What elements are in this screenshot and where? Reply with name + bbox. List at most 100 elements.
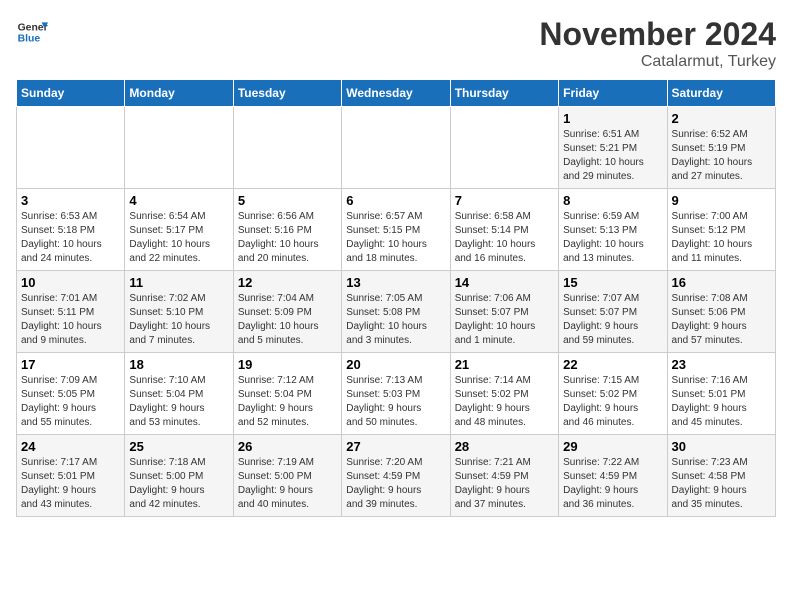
- day-number: 7: [455, 193, 554, 208]
- title-section: November 2024 Catalarmut, Turkey: [539, 16, 776, 71]
- calendar-title: November 2024: [539, 16, 776, 53]
- week-row-4: 24 Sunrise: 7:17 AM Sunset: 5:01 PM Dayli…: [17, 435, 776, 517]
- calendar-cell-w2-d3: 13Sunrise: 7:05 AM Sunset: 5:08 PM Dayli…: [342, 271, 450, 353]
- day-number: 29: [563, 439, 662, 454]
- day-number: 11: [129, 275, 228, 290]
- day-number: 2: [672, 111, 771, 126]
- day-info: Sunrise: 7:10 AM Sunset: 5:04 PM Dayligh…: [129, 374, 228, 430]
- calendar-cell-w1-d3: 6 Sunrise: 6:57 AM Sunset: 5:15 PM Daylig…: [342, 189, 450, 271]
- day-number: 22: [563, 357, 662, 372]
- day-number: 30: [672, 439, 771, 454]
- day-number: 15: [563, 275, 662, 290]
- day-info: Sunrise: 6:53 AM Sunset: 5:18 PM Dayligh…: [21, 210, 120, 266]
- day-number: 20: [346, 357, 445, 372]
- day-info: Sunrise: 7:23 AM Sunset: 4:58 PM Dayligh…: [672, 456, 771, 512]
- calendar-cell-w1-d2: 5Sunrise: 6:56 AM Sunset: 5:16 PM Daylig…: [233, 189, 341, 271]
- day-number: 26: [238, 439, 337, 454]
- col-friday: Friday: [559, 80, 667, 107]
- week-row-1: 3 Sunrise: 6:53 AM Sunset: 5:18 PM Daylig…: [17, 189, 776, 271]
- logo-icon: General Blue: [16, 16, 48, 48]
- day-info: Sunrise: 6:58 AM Sunset: 5:14 PM Dayligh…: [455, 210, 554, 266]
- day-info: Sunrise: 7:14 AM Sunset: 5:02 PM Dayligh…: [455, 374, 554, 430]
- calendar-cell-w0-d1: [125, 107, 233, 189]
- calendar-cell-w3-d3: 20Sunrise: 7:13 AM Sunset: 5:03 PM Dayli…: [342, 353, 450, 435]
- svg-text:Blue: Blue: [18, 34, 41, 45]
- day-number: 9: [672, 193, 771, 208]
- col-tuesday: Tuesday: [233, 80, 341, 107]
- calendar-cell-w2-d5: 15Sunrise: 7:07 AM Sunset: 5:07 PM Dayli…: [559, 271, 667, 353]
- day-info: Sunrise: 7:09 AM Sunset: 5:05 PM Dayligh…: [21, 374, 120, 430]
- day-info: Sunrise: 6:52 AM Sunset: 5:19 PM Dayligh…: [672, 128, 771, 184]
- calendar-cell-w0-d3: [342, 107, 450, 189]
- day-info: Sunrise: 7:02 AM Sunset: 5:10 PM Dayligh…: [129, 292, 228, 348]
- day-number: 3: [21, 193, 120, 208]
- day-number: 6: [346, 193, 445, 208]
- week-row-2: 10 Sunrise: 7:01 AM Sunset: 5:11 PM Dayli…: [17, 271, 776, 353]
- day-number: 18: [129, 357, 228, 372]
- day-info: Sunrise: 6:54 AM Sunset: 5:17 PM Dayligh…: [129, 210, 228, 266]
- day-info: Sunrise: 6:51 AM Sunset: 5:21 PM Dayligh…: [563, 128, 662, 184]
- calendar-cell-w4-d0: 24 Sunrise: 7:17 AM Sunset: 5:01 PM Dayli…: [17, 435, 125, 517]
- calendar-cell-w3-d6: 23 Sunrise: 7:16 AM Sunset: 5:01 PM Dayli…: [667, 353, 775, 435]
- day-number: 1: [563, 111, 662, 126]
- day-info: Sunrise: 7:06 AM Sunset: 5:07 PM Dayligh…: [455, 292, 554, 348]
- day-number: 19: [238, 357, 337, 372]
- calendar-cell-w1-d6: 9 Sunrise: 7:00 AM Sunset: 5:12 PM Daylig…: [667, 189, 775, 271]
- day-number: 4: [129, 193, 228, 208]
- calendar-cell-w2-d1: 11 Sunrise: 7:02 AM Sunset: 5:10 PM Dayli…: [125, 271, 233, 353]
- calendar-cell-w2-d4: 14Sunrise: 7:06 AM Sunset: 5:07 PM Dayli…: [450, 271, 558, 353]
- page-header: General Blue November 2024 Catalarmut, T…: [16, 16, 776, 71]
- day-number: 24: [21, 439, 120, 454]
- header-row: Sunday Monday Tuesday Wednesday Thursday…: [17, 80, 776, 107]
- calendar-cell-w4-d4: 28 Sunrise: 7:21 AM Sunset: 4:59 PM Dayli…: [450, 435, 558, 517]
- day-number: 23: [672, 357, 771, 372]
- calendar-cell-w3-d2: 19 Sunrise: 7:12 AM Sunset: 5:04 PM Dayli…: [233, 353, 341, 435]
- calendar-cell-w4-d6: 30 Sunrise: 7:23 AM Sunset: 4:58 PM Dayli…: [667, 435, 775, 517]
- logo: General Blue: [16, 16, 48, 48]
- day-number: 25: [129, 439, 228, 454]
- calendar-cell-w4-d1: 25 Sunrise: 7:18 AM Sunset: 5:00 PM Dayli…: [125, 435, 233, 517]
- day-number: 12: [238, 275, 337, 290]
- day-info: Sunrise: 7:00 AM Sunset: 5:12 PM Dayligh…: [672, 210, 771, 266]
- col-thursday: Thursday: [450, 80, 558, 107]
- day-number: 17: [21, 357, 120, 372]
- day-info: Sunrise: 6:59 AM Sunset: 5:13 PM Dayligh…: [563, 210, 662, 266]
- calendar-cell-w4-d3: 27 Sunrise: 7:20 AM Sunset: 4:59 PM Dayli…: [342, 435, 450, 517]
- calendar-cell-w2-d0: 10 Sunrise: 7:01 AM Sunset: 5:11 PM Dayli…: [17, 271, 125, 353]
- day-number: 27: [346, 439, 445, 454]
- day-info: Sunrise: 7:19 AM Sunset: 5:00 PM Dayligh…: [238, 456, 337, 512]
- calendar-cell-w0-d4: [450, 107, 558, 189]
- calendar-cell-w4-d2: 26 Sunrise: 7:19 AM Sunset: 5:00 PM Dayli…: [233, 435, 341, 517]
- day-info: Sunrise: 7:22 AM Sunset: 4:59 PM Dayligh…: [563, 456, 662, 512]
- calendar-cell-w2-d6: 16Sunrise: 7:08 AM Sunset: 5:06 PM Dayli…: [667, 271, 775, 353]
- day-info: Sunrise: 7:17 AM Sunset: 5:01 PM Dayligh…: [21, 456, 120, 512]
- day-number: 21: [455, 357, 554, 372]
- day-number: 28: [455, 439, 554, 454]
- calendar-cell-w3-d4: 21 Sunrise: 7:14 AM Sunset: 5:02 PM Dayli…: [450, 353, 558, 435]
- week-row-0: 1 Sunrise: 6:51 AM Sunset: 5:21 PM Daylig…: [17, 107, 776, 189]
- day-info: Sunrise: 7:12 AM Sunset: 5:04 PM Dayligh…: [238, 374, 337, 430]
- col-monday: Monday: [125, 80, 233, 107]
- calendar-table: Sunday Monday Tuesday Wednesday Thursday…: [16, 79, 776, 517]
- day-info: Sunrise: 7:01 AM Sunset: 5:11 PM Dayligh…: [21, 292, 120, 348]
- day-info: Sunrise: 7:21 AM Sunset: 4:59 PM Dayligh…: [455, 456, 554, 512]
- calendar-cell-w2-d2: 12Sunrise: 7:04 AM Sunset: 5:09 PM Dayli…: [233, 271, 341, 353]
- calendar-subtitle: Catalarmut, Turkey: [539, 53, 776, 71]
- day-info: Sunrise: 6:57 AM Sunset: 5:15 PM Dayligh…: [346, 210, 445, 266]
- calendar-cell-w4-d5: 29 Sunrise: 7:22 AM Sunset: 4:59 PM Dayli…: [559, 435, 667, 517]
- day-info: Sunrise: 7:15 AM Sunset: 5:02 PM Dayligh…: [563, 374, 662, 430]
- day-info: Sunrise: 7:20 AM Sunset: 4:59 PM Dayligh…: [346, 456, 445, 512]
- day-info: Sunrise: 7:18 AM Sunset: 5:00 PM Dayligh…: [129, 456, 228, 512]
- day-info: Sunrise: 7:08 AM Sunset: 5:06 PM Dayligh…: [672, 292, 771, 348]
- calendar-cell-w3-d1: 18 Sunrise: 7:10 AM Sunset: 5:04 PM Dayli…: [125, 353, 233, 435]
- calendar-cell-w3-d0: 17 Sunrise: 7:09 AM Sunset: 5:05 PM Dayli…: [17, 353, 125, 435]
- day-number: 10: [21, 275, 120, 290]
- day-info: Sunrise: 7:16 AM Sunset: 5:01 PM Dayligh…: [672, 374, 771, 430]
- calendar-cell-w0-d6: 2 Sunrise: 6:52 AM Sunset: 5:19 PM Daylig…: [667, 107, 775, 189]
- calendar-cell-w1-d1: 4 Sunrise: 6:54 AM Sunset: 5:17 PM Daylig…: [125, 189, 233, 271]
- col-saturday: Saturday: [667, 80, 775, 107]
- day-number: 13: [346, 275, 445, 290]
- calendar-cell-w0-d5: 1 Sunrise: 6:51 AM Sunset: 5:21 PM Daylig…: [559, 107, 667, 189]
- calendar-cell-w1-d5: 8Sunrise: 6:59 AM Sunset: 5:13 PM Daylig…: [559, 189, 667, 271]
- calendar-cell-w0-d2: [233, 107, 341, 189]
